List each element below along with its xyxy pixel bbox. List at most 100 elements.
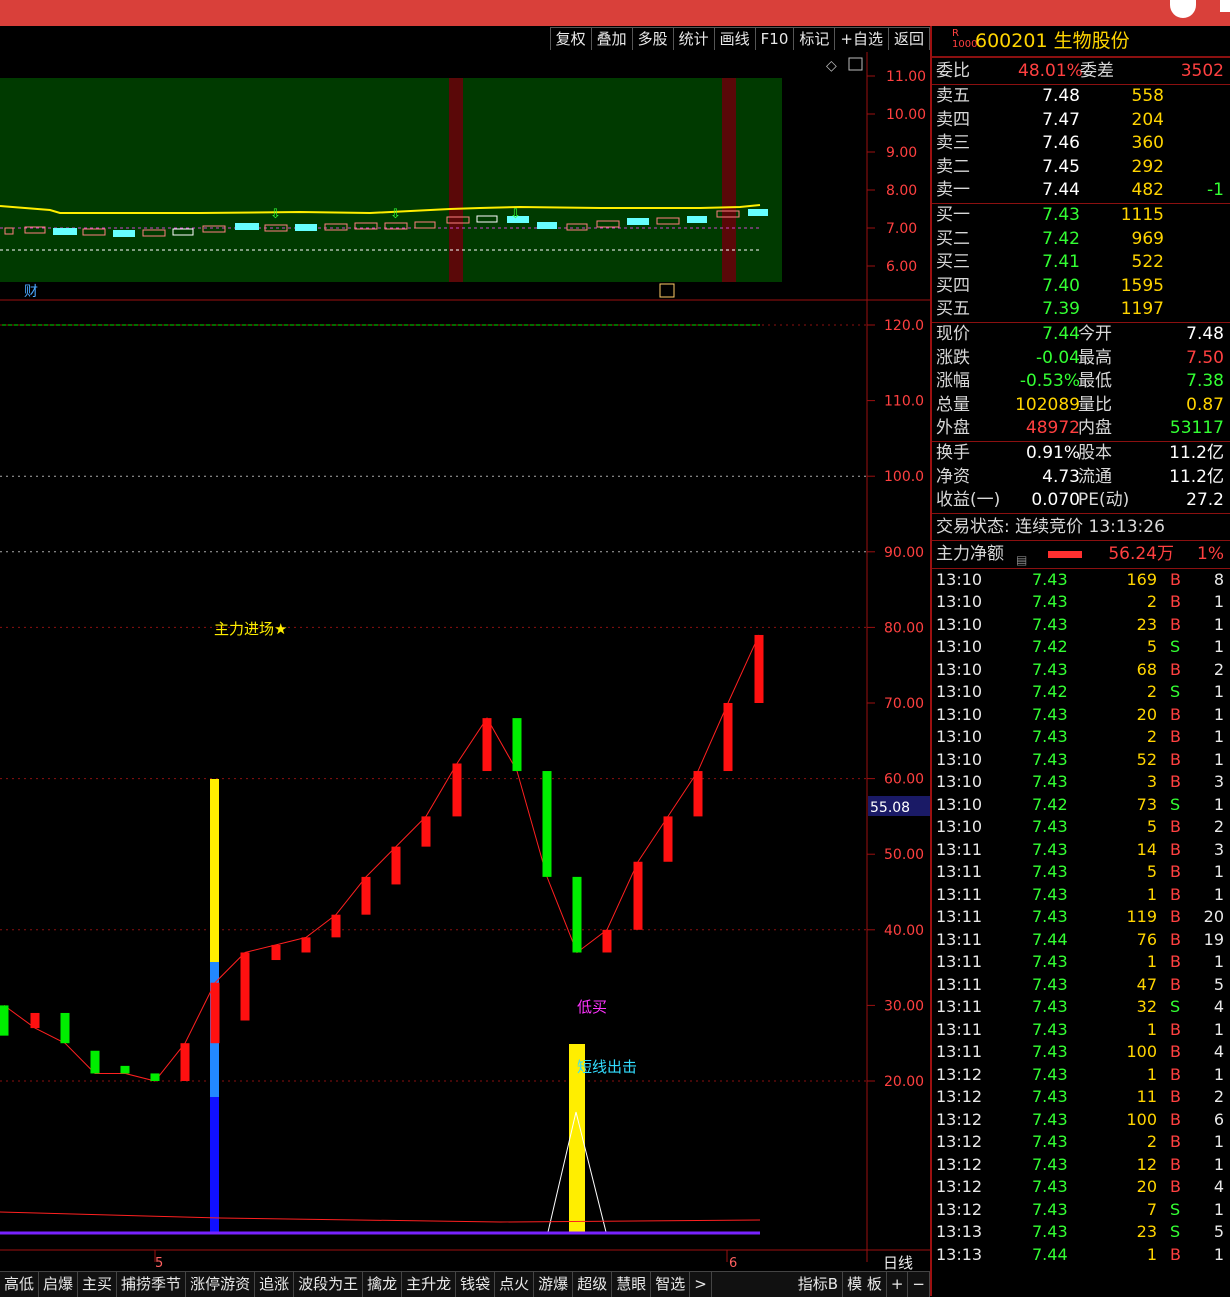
indicator-tab[interactable]: 高低 — [0, 1272, 40, 1297]
tick-time: 13:12 — [936, 1064, 983, 1084]
tick-time: 13:10 — [936, 682, 983, 702]
tick-row[interactable]: 13:12 7.43 11 B 2 — [932, 1086, 1230, 1109]
tick-row[interactable]: 13:10 7.43 3 B 3 — [932, 771, 1230, 794]
toolbar-button[interactable]: 统计 — [672, 27, 715, 50]
tick-price: 7.43 — [1032, 862, 1068, 882]
tick-row[interactable]: 13:10 7.43 2 B 1 — [932, 726, 1230, 749]
indicator-tab[interactable]: 游爆 — [534, 1272, 574, 1297]
buy-order-row[interactable]: 买四 7.40 1595 — [932, 275, 1230, 299]
tick-row[interactable]: 13:12 7.43 20 B 4 — [932, 1176, 1230, 1199]
tick-row[interactable]: 13:10 7.43 20 B 1 — [932, 704, 1230, 727]
tick-row[interactable]: 13:11 7.43 1 B 1 — [932, 884, 1230, 907]
tick-row[interactable]: 13:12 7.43 2 B 1 — [932, 1131, 1230, 1154]
tick-volume: 47 — [1136, 974, 1157, 994]
diamond-icon[interactable]: ◇ — [826, 58, 837, 74]
tick-row[interactable]: 13:12 7.43 12 B 1 — [932, 1154, 1230, 1177]
fund-value: 11.2亿 — [1169, 466, 1224, 487]
tick-row[interactable]: 13:10 7.42 2 S 1 — [932, 681, 1230, 704]
indicator-tab[interactable]: 追涨 — [255, 1272, 295, 1297]
tick-row[interactable]: 13:13 7.43 23 S 5 — [932, 1221, 1230, 1244]
window-toggle-icon[interactable] — [848, 57, 863, 71]
buy-order-row[interactable]: 买三 7.41 522 — [932, 251, 1230, 275]
fund-value: 11.2亿 — [1169, 442, 1224, 463]
tick-row[interactable]: 13:12 7.43 1 B 1 — [932, 1064, 1230, 1087]
order-volume: 1197 — [1120, 299, 1164, 320]
toolbar-button[interactable]: 复权 — [549, 27, 592, 50]
tick-row[interactable]: 13:10 7.43 23 B 1 — [932, 614, 1230, 637]
indicator-tab[interactable]: > — [690, 1272, 712, 1297]
indicator-tab[interactable]: 超级 — [573, 1272, 613, 1297]
indicator-axis-label: 20.00 — [884, 1074, 924, 1090]
sell-order-row[interactable]: 卖五 7.48 558 — [932, 85, 1230, 109]
buy-order-row[interactable]: 买二 7.42 969 — [932, 228, 1230, 252]
tick-row[interactable]: 13:10 7.43 5 B 2 — [932, 816, 1230, 839]
tick-count: 6 — [1213, 1109, 1224, 1129]
order-label: 买四 — [936, 275, 970, 296]
toolbar-button[interactable]: 画线 — [713, 27, 756, 50]
tick-row[interactable]: 13:10 7.43 52 B 1 — [932, 749, 1230, 772]
tick-row[interactable]: 13:10 7.43 2 B 1 — [932, 591, 1230, 614]
tick-time: 13:11 — [936, 862, 983, 882]
toolbar-button[interactable]: F10 — [754, 27, 795, 50]
tick-row[interactable]: 13:12 7.43 7 S 1 — [932, 1199, 1230, 1222]
window-control-icon[interactable] — [1220, 0, 1230, 12]
tick-volume: 52 — [1136, 749, 1157, 769]
tick-row[interactable]: 13:11 7.43 1 B 1 — [932, 1019, 1230, 1042]
indicator-tab[interactable]: 捕捞季节 — [117, 1272, 187, 1297]
tick-row[interactable]: 13:13 7.44 1 B 1 — [932, 1244, 1230, 1267]
indicator-tab[interactable]: 模 板 — [843, 1272, 887, 1297]
indicator-tab[interactable]: 涨停游资 — [186, 1272, 256, 1297]
trade-status-text: 交易状态: 连续竞价 13:13:26 — [936, 516, 1165, 537]
toolbar-button[interactable]: 多股 — [631, 27, 674, 50]
tick-row[interactable]: 13:10 7.42 73 S 1 — [932, 794, 1230, 817]
indicator-tab[interactable]: 智选 — [651, 1272, 691, 1297]
indicator-tab[interactable]: + — [887, 1272, 909, 1297]
tick-volume: 1 — [1146, 1019, 1157, 1039]
indicator-tab[interactable]: 启爆 — [39, 1272, 79, 1297]
sell-order-row[interactable]: 卖二 7.45 292 — [932, 156, 1230, 180]
quote-label: 今开 — [1078, 323, 1112, 344]
tick-time: 13:11 — [936, 1019, 983, 1039]
tick-row[interactable]: 13:11 7.43 100 B 4 — [932, 1041, 1230, 1064]
sell-order-row[interactable]: 卖一 7.44 482 -1 — [932, 179, 1230, 203]
toolbar-button[interactable]: 叠加 — [590, 27, 633, 50]
toolbar-button[interactable]: 标记 — [793, 27, 836, 50]
tick-list[interactable]: 13:10 7.43 169 B 8 13:10 7.43 2 B 1 13:10 7.43 23 B 1 1… — [932, 567, 1230, 1267]
indicator-tab[interactable]: 擒龙 — [363, 1272, 403, 1297]
tick-row[interactable]: 13:11 7.43 5 B 1 — [932, 861, 1230, 884]
tick-row[interactable]: 13:12 7.43 100 B 6 — [932, 1109, 1230, 1132]
period-label[interactable]: 日线 — [883, 1254, 913, 1272]
order-volume: 360 — [1131, 133, 1164, 154]
tick-count: 2 — [1213, 817, 1224, 837]
indicator-tab[interactable]: 波段为王 — [294, 1272, 364, 1297]
indicator-tab[interactable]: 慧眼 — [612, 1272, 652, 1297]
tick-row[interactable]: 13:11 7.43 47 B 5 — [932, 974, 1230, 997]
event-marker-icon[interactable] — [659, 283, 675, 298]
tick-row[interactable]: 13:11 7.44 76 B 19 — [932, 929, 1230, 952]
home-icon[interactable] — [1170, 0, 1196, 18]
indicator-tab[interactable]: 钱袋 — [456, 1272, 496, 1297]
indicator-tab[interactable]: 指标B — [794, 1272, 844, 1297]
sell-order-row[interactable]: 卖四 7.47 204 — [932, 109, 1230, 133]
indicator-tab[interactable]: − — [908, 1272, 930, 1297]
indicator-tab[interactable]: 主升龙 — [402, 1272, 457, 1297]
tick-row[interactable]: 13:10 7.42 5 S 1 — [932, 636, 1230, 659]
sell-order-row[interactable]: 卖三 7.46 360 — [932, 132, 1230, 156]
tick-row[interactable]: 13:11 7.43 119 B 20 — [932, 906, 1230, 929]
cai-marker[interactable]: 财 — [24, 284, 38, 300]
tick-price: 7.43 — [1032, 749, 1068, 769]
tick-side: B — [1170, 1019, 1181, 1039]
chart-area[interactable]: ⇩ ⇩ ⇩ 财 ◇ 11.00 10.00 9.00 8.00 7.00 6.00 120.0… — [0, 52, 930, 1272]
indicator-tab[interactable]: 主买 — [78, 1272, 118, 1297]
tick-row[interactable]: 13:10 7.43 68 B 2 — [932, 659, 1230, 682]
tick-row[interactable]: 13:10 7.43 169 B 8 — [932, 569, 1230, 592]
tick-row[interactable]: 13:11 7.43 32 S 4 — [932, 996, 1230, 1019]
tick-row[interactable]: 13:11 7.43 1 B 1 — [932, 951, 1230, 974]
tick-row[interactable]: 13:11 7.43 14 B 3 — [932, 839, 1230, 862]
toolbar-button[interactable]: 返回 — [887, 27, 930, 50]
kline-chart[interactable]: ⇩ ⇩ ⇩ 财 ◇ 11.00 10.00 9.00 8.00 7.00 6.00 120.0… — [0, 52, 930, 1272]
buy-order-row[interactable]: 买一 7.43 1115 — [932, 204, 1230, 228]
indicator-tab[interactable]: 点火 — [495, 1272, 535, 1297]
toolbar-button[interactable]: +自选 — [834, 27, 889, 50]
buy-order-row[interactable]: 买五 7.39 1197 — [932, 298, 1230, 322]
